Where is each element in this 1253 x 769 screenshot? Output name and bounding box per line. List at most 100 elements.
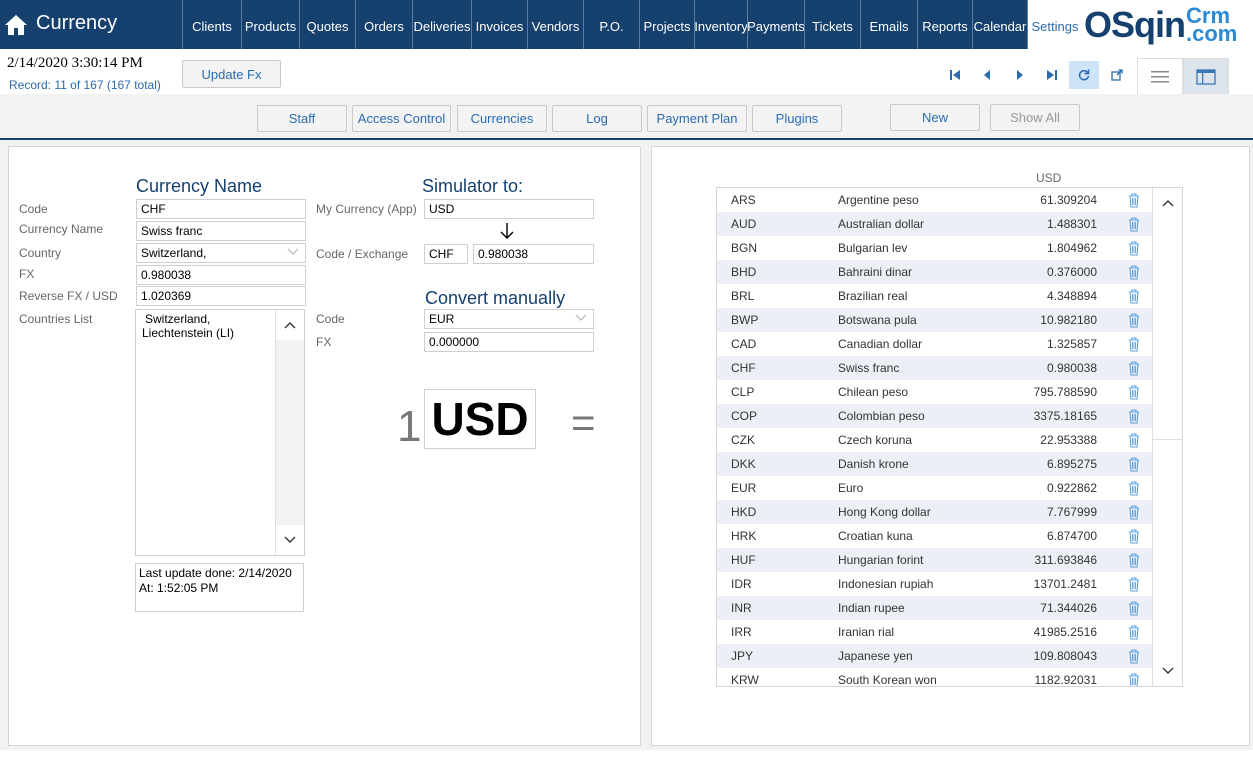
table-row[interactable]: CAD Canadian dollar 1.325857 bbox=[717, 332, 1152, 356]
delete-row-button[interactable] bbox=[1097, 360, 1152, 376]
payment-plan-button[interactable]: Payment Plan bbox=[647, 105, 747, 132]
table-scroll-thumb[interactable] bbox=[1153, 218, 1182, 440]
delete-row-button[interactable] bbox=[1097, 264, 1152, 280]
delete-row-button[interactable] bbox=[1097, 528, 1152, 544]
nav-tab-orders[interactable]: Orders bbox=[355, 0, 412, 49]
new-button[interactable]: New bbox=[890, 104, 980, 131]
scroll-track[interactable] bbox=[276, 340, 304, 525]
fx-field[interactable]: 0.980038 bbox=[136, 265, 306, 285]
table-row[interactable]: CHF Swiss franc 0.980038 bbox=[717, 356, 1152, 380]
currency-code-cell: ARS bbox=[731, 193, 756, 207]
delete-row-button[interactable] bbox=[1097, 600, 1152, 616]
currency-rate-cell: 10.982180 bbox=[1040, 313, 1097, 327]
nav-tab-emails[interactable]: Emails bbox=[860, 0, 917, 49]
table-row[interactable]: JPY Japanese yen 109.808043 bbox=[717, 644, 1152, 668]
nav-tab-calendar[interactable]: Calendar bbox=[972, 0, 1027, 49]
my-currency-field[interactable]: USD bbox=[424, 199, 594, 219]
delete-row-button[interactable] bbox=[1097, 648, 1152, 664]
delete-row-button[interactable] bbox=[1097, 408, 1152, 424]
currency-name-cell: Bulgarian lev bbox=[838, 241, 908, 255]
country-select[interactable]: Switzerland, bbox=[136, 243, 306, 263]
reverse-fx-field[interactable]: 1.020369 bbox=[136, 286, 306, 306]
nav-tab-payments[interactable]: Payments bbox=[747, 0, 805, 49]
table-row[interactable]: BRL Brazilian real 4.348894 bbox=[717, 284, 1152, 308]
list-view-tab[interactable] bbox=[1137, 58, 1183, 94]
delete-row-button[interactable] bbox=[1097, 480, 1152, 496]
delete-row-button[interactable] bbox=[1097, 192, 1152, 208]
table-row[interactable]: EUR Euro 0.922862 bbox=[717, 476, 1152, 500]
table-scrollbar[interactable] bbox=[1152, 188, 1182, 686]
table-row[interactable]: BHD Bahraini dinar 0.376000 bbox=[717, 260, 1152, 284]
delete-row-button[interactable] bbox=[1097, 384, 1152, 400]
sim-code-field[interactable]: CHF bbox=[424, 244, 468, 264]
staff-button[interactable]: Staff bbox=[257, 105, 347, 132]
nav-tab-invoices[interactable]: Invoices bbox=[471, 0, 527, 49]
nav-tab-po[interactable]: P.O. bbox=[583, 0, 639, 49]
table-scroll-up-button[interactable] bbox=[1153, 188, 1182, 218]
plugins-button[interactable]: Plugins bbox=[752, 105, 842, 132]
first-record-button[interactable] bbox=[940, 61, 970, 89]
nav-tab-reports[interactable]: Reports bbox=[917, 0, 972, 49]
access-control-button[interactable]: Access Control bbox=[352, 105, 451, 132]
currency-name-field[interactable]: Swiss franc bbox=[136, 221, 306, 241]
delete-row-button[interactable] bbox=[1097, 576, 1152, 592]
nav-tab-settings[interactable]: Settings bbox=[1027, 0, 1082, 49]
delete-row-button[interactable] bbox=[1097, 672, 1152, 686]
nav-tab-products[interactable]: Products bbox=[241, 0, 299, 49]
form-view-tab[interactable] bbox=[1183, 58, 1229, 94]
scroll-down-button[interactable] bbox=[276, 525, 304, 555]
currencies-button[interactable]: Currencies bbox=[457, 105, 547, 132]
nav-tab-deliveries[interactable]: Deliveries bbox=[412, 0, 471, 49]
currency-code-cell: BWP bbox=[731, 313, 759, 327]
countries-list[interactable]: Switzerland, Liechtenstein (LI) bbox=[135, 309, 305, 556]
home-button[interactable] bbox=[0, 0, 32, 49]
table-row[interactable]: HUF Hungarian forint 311.693846 bbox=[717, 548, 1152, 572]
nav-tab-vendors[interactable]: Vendors bbox=[527, 0, 583, 49]
nav-tab-tickets[interactable]: Tickets bbox=[804, 0, 860, 49]
table-row[interactable]: INR Indian rupee 71.344026 bbox=[717, 596, 1152, 620]
table-row[interactable]: KRW South Korean won 1182.92031 bbox=[717, 668, 1152, 686]
previous-record-button[interactable] bbox=[972, 61, 1002, 89]
currency-name-cell: Swiss franc bbox=[838, 361, 900, 375]
countries-scrollbar[interactable] bbox=[275, 310, 304, 555]
next-record-button[interactable] bbox=[1005, 61, 1035, 89]
table-row[interactable]: CLP Chilean peso 795.788590 bbox=[717, 380, 1152, 404]
scroll-up-button[interactable] bbox=[276, 310, 304, 340]
update-fx-button[interactable]: Update Fx bbox=[182, 60, 281, 88]
open-external-button[interactable] bbox=[1102, 61, 1132, 89]
delete-row-button[interactable] bbox=[1097, 552, 1152, 568]
sim-exchange-field[interactable]: 0.980038 bbox=[473, 244, 594, 264]
table-row[interactable]: CZK Czech koruna 22.953388 bbox=[717, 428, 1152, 452]
table-row[interactable]: HKD Hong Kong dollar 7.767999 bbox=[717, 500, 1152, 524]
nav-tab-clients[interactable]: Clients bbox=[182, 0, 241, 49]
last-record-button[interactable] bbox=[1037, 61, 1067, 89]
delete-row-button[interactable] bbox=[1097, 432, 1152, 448]
delete-row-button[interactable] bbox=[1097, 624, 1152, 640]
delete-row-button[interactable] bbox=[1097, 288, 1152, 304]
convert-fx-field[interactable]: 0.000000 bbox=[424, 332, 594, 352]
delete-row-button[interactable] bbox=[1097, 456, 1152, 472]
table-row[interactable]: BGN Bulgarian lev 1.804962 bbox=[717, 236, 1152, 260]
delete-row-button[interactable] bbox=[1097, 312, 1152, 328]
delete-row-button[interactable] bbox=[1097, 504, 1152, 520]
refresh-button[interactable] bbox=[1069, 61, 1099, 89]
table-row[interactable]: AUD Australian dollar 1.488301 bbox=[717, 212, 1152, 236]
nav-tab-quotes[interactable]: Quotes bbox=[299, 0, 355, 49]
convert-code-select[interactable]: EUR bbox=[424, 309, 594, 329]
code-field[interactable]: CHF bbox=[136, 199, 306, 219]
log-button[interactable]: Log bbox=[552, 105, 642, 132]
table-row[interactable]: IDR Indonesian rupiah 13701.2481 bbox=[717, 572, 1152, 596]
table-row[interactable]: COP Colombian peso 3375.18165 bbox=[717, 404, 1152, 428]
table-scroll-down-button[interactable] bbox=[1153, 656, 1182, 686]
show-all-button[interactable]: Show All bbox=[990, 104, 1080, 131]
delete-row-button[interactable] bbox=[1097, 240, 1152, 256]
nav-tab-inventory[interactable]: Inventory bbox=[694, 0, 748, 49]
table-row[interactable]: ARS Argentine peso 61.309204 bbox=[717, 188, 1152, 212]
delete-row-button[interactable] bbox=[1097, 336, 1152, 352]
table-row[interactable]: HRK Croatian kuna 6.874700 bbox=[717, 524, 1152, 548]
table-row[interactable]: DKK Danish krone 6.895275 bbox=[717, 452, 1152, 476]
delete-row-button[interactable] bbox=[1097, 216, 1152, 232]
table-row[interactable]: IRR Iranian rial 41985.2516 bbox=[717, 620, 1152, 644]
table-row[interactable]: BWP Botswana pula 10.982180 bbox=[717, 308, 1152, 332]
nav-tab-projects[interactable]: Projects bbox=[639, 0, 694, 49]
